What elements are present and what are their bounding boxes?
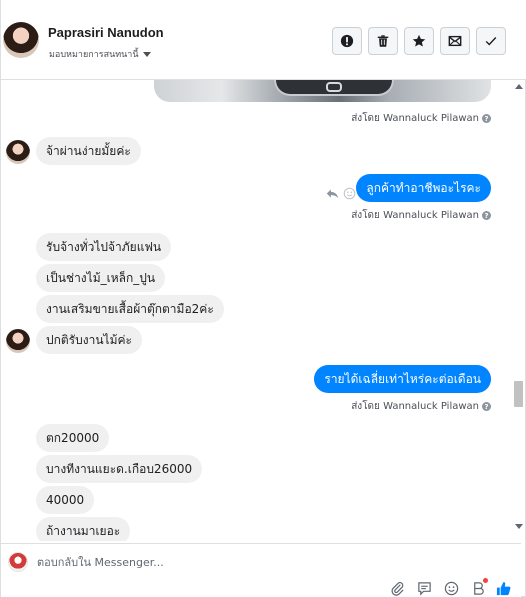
reply-composer: [1, 543, 521, 597]
exclamation-icon: [340, 34, 354, 48]
star-icon: [412, 34, 426, 47]
delete-button[interactable]: [368, 27, 398, 55]
like-icon: [496, 581, 510, 595]
emoji-icon: [444, 581, 458, 595]
thread-header: Paprasiri Nanudon มอบหมายการสนทนานี้: [1, 0, 526, 80]
message-actions: [326, 187, 356, 200]
message-list[interactable]: ส่งโดย Wannaluck Pilawan? จ้าผ่านง่ายมั้…: [1, 80, 515, 541]
react-emoji-icon[interactable]: [343, 187, 356, 200]
contact-avatar[interactable]: [3, 22, 39, 58]
scroll-up-arrow[interactable]: [515, 84, 523, 89]
help-icon[interactable]: ?: [482, 402, 491, 411]
reply-input[interactable]: [37, 553, 417, 571]
message-incoming[interactable]: 40000: [36, 486, 95, 514]
contact-avatar-small: [6, 140, 30, 164]
message-incoming[interactable]: รับจ้างทั่วไปจ้าภัยแฟน: [36, 233, 172, 261]
like-button[interactable]: [495, 580, 511, 596]
contact-avatar-small: [6, 329, 30, 353]
star-button[interactable]: [404, 27, 434, 55]
sent-by-label: ส่งโดย Wannaluck Pilawan?: [351, 399, 491, 414]
spam-button[interactable]: [332, 27, 362, 55]
emoji-button[interactable]: [443, 580, 459, 596]
attached-photo[interactable]: [154, 80, 491, 102]
message-incoming[interactable]: บางทีงานแยะด.เกือบ26000: [36, 455, 203, 483]
scroll-down-arrow[interactable]: [515, 524, 523, 529]
message-incoming[interactable]: จ้าผ่านง่ายมั้ยค่ะ: [36, 137, 141, 165]
help-icon[interactable]: ?: [482, 114, 491, 123]
message-incoming[interactable]: ตก20000: [36, 424, 110, 452]
reply-icon[interactable]: [326, 187, 339, 200]
message-outgoing[interactable]: รายได้เฉลี่ยเท่าไหร่คะต่อเดือน: [314, 365, 491, 393]
bot-button[interactable]: [470, 578, 488, 596]
help-icon[interactable]: ?: [482, 211, 491, 220]
envelope-icon: [448, 35, 462, 47]
bot-icon: [473, 581, 484, 595]
message-incoming[interactable]: ปกติรับงานไม้ค่ะ: [36, 326, 142, 354]
caret-down-icon: [142, 52, 151, 57]
assign-label: มอบหมายการสนทนานี้: [49, 50, 139, 60]
message-incoming[interactable]: ถ้างานมาเยอะ: [36, 517, 131, 541]
inbox-thread-panel: Paprasiri Nanudon มอบหมายการสนทนานี้ ส่ง…: [0, 0, 526, 597]
page-avatar: [8, 552, 28, 572]
checkmark-icon: [485, 37, 497, 46]
saved-reply-icon: [417, 581, 431, 596]
car-badge: [326, 82, 342, 92]
mark-done-button[interactable]: [476, 27, 506, 55]
paperclip-icon: [391, 581, 404, 596]
message-incoming[interactable]: งานเสริมขายเสื้อผ้าตุ๊กตามือ2ค่ะ: [36, 295, 224, 323]
trash-icon: [377, 35, 389, 47]
mark-unread-button[interactable]: [440, 27, 470, 55]
sent-by-label: ส่งโดย Wannaluck Pilawan?: [351, 111, 491, 126]
attach-button[interactable]: [389, 580, 405, 596]
saved-reply-button[interactable]: [416, 580, 432, 596]
message-outgoing[interactable]: ลูกค้าทำอาชีพอะไรคะ: [356, 174, 491, 202]
scrollbar-thumb[interactable]: [514, 381, 523, 407]
contact-name[interactable]: Paprasiri Nanudon: [48, 25, 164, 40]
notification-dot: [483, 578, 488, 583]
sent-by-label: ส่งโดย Wannaluck Pilawan?: [351, 208, 491, 223]
message-incoming[interactable]: เป็นช่างไม้_เหล็ก_ปูน: [36, 264, 166, 292]
assign-conversation-dropdown[interactable]: มอบหมายการสนทนานี้: [49, 47, 151, 61]
scrollbar[interactable]: [513, 80, 523, 535]
